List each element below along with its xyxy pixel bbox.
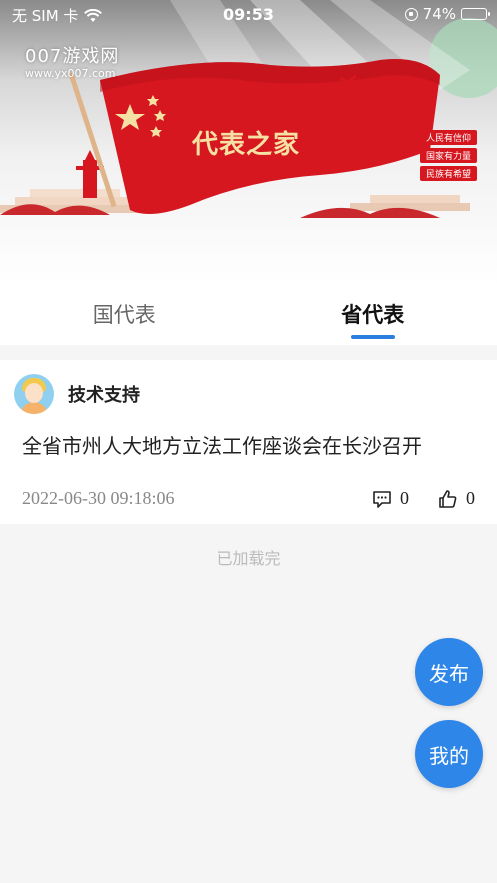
rotation-lock-icon (404, 7, 418, 21)
avatar[interactable] (14, 374, 54, 414)
publish-label: 发布 (429, 661, 469, 686)
like-count: 0 (466, 488, 475, 508)
post-title[interactable]: 全省市州人大地方立法工作座谈会在长沙召开 (22, 430, 422, 459)
comment-count: 0 (400, 488, 409, 508)
comment-button[interactable]: 0 (372, 488, 409, 509)
list-end-text: 已加载完 (216, 549, 281, 568)
publish-button[interactable]: 发布 (415, 638, 483, 706)
banner: 007游戏网 www.yx007.com 代表之家 人民有信仰 国家有力量 民族… (0, 0, 497, 285)
slogan-item: 国家有力量 (420, 148, 478, 163)
watermark: 007游戏网 www.yx007.com (25, 42, 119, 80)
avatar-body (20, 402, 48, 414)
post-card[interactable]: 技术支持 全省市州人大地方立法工作座谈会在长沙召开 2022-06-30 09:… (0, 360, 497, 524)
thumbs-up-icon (439, 489, 457, 508)
status-right: 74% (404, 5, 490, 23)
like-button[interactable]: 0 (438, 488, 475, 509)
slogan-item: 民族有希望 (420, 166, 478, 181)
watermark-url: www.yx007.com (25, 67, 116, 80)
tab-bar: 国代表 省代表 (0, 285, 497, 345)
tab-provincial-representatives[interactable]: 省代表 (249, 285, 497, 345)
mine-label: 我的 (429, 743, 469, 768)
battery-percent: 74% (422, 5, 456, 23)
slogan-list: 人民有信仰 国家有力量 民族有希望 (420, 130, 478, 181)
watermark-title: 007游戏网 (25, 46, 120, 67)
post-meta: 2022-06-30 09:18:06 0 0 (22, 488, 475, 512)
avatar-face (25, 383, 43, 403)
status-bar: 无 SIM 卡 09:53 74% (0, 0, 497, 30)
author-row: 技术支持 (14, 374, 140, 414)
slogan-item: 人民有信仰 (420, 130, 478, 145)
active-tab-indicator (350, 335, 395, 339)
banner-caption: 代表之家 (192, 130, 301, 160)
tab-national-representatives[interactable]: 国代表 (0, 285, 249, 345)
post-time: 2022-06-30 09:18:06 (22, 488, 175, 508)
mine-button[interactable]: 我的 (415, 720, 483, 788)
tab-label: 国代表 (92, 303, 156, 327)
comment-icon (373, 490, 391, 508)
tab-label: 省代表 (341, 303, 405, 327)
battery-icon (461, 8, 490, 20)
author-name: 技术支持 (68, 385, 140, 406)
